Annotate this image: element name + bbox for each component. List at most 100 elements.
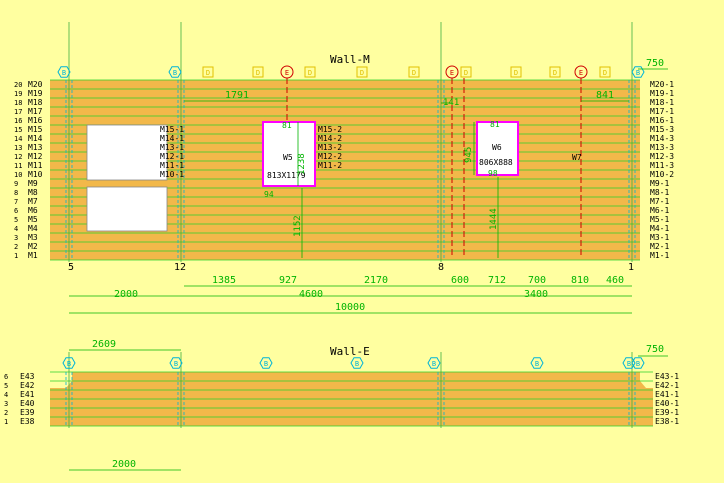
course-label-left: M17 — [28, 107, 43, 116]
row-number: 3 — [4, 400, 8, 408]
w5-tag: M12-2 — [318, 152, 342, 161]
row-number: 18 — [14, 99, 22, 107]
course-label-right: M20-1 — [650, 80, 674, 89]
row-number: 15 — [14, 126, 22, 134]
w6-top-dim: 81 — [490, 120, 500, 129]
axis-marker-label: B — [636, 360, 640, 368]
row-number: 9 — [14, 180, 18, 188]
cad-drawing-canvas[interactable]: Wall-M B B BD D D D D D D D DE E E 1791 … — [0, 0, 724, 483]
w6-sill-dim: 1444 — [489, 208, 499, 230]
wall-e-bottom-dim: 2000 — [112, 459, 136, 470]
course-label-left: M20 — [28, 80, 43, 89]
course-label-left: E42 — [20, 381, 35, 390]
course-label-right: M11-3 — [650, 161, 674, 170]
row-number: 5 — [14, 216, 18, 224]
dim-marker-label: D — [603, 69, 607, 77]
course-label-left: M3 — [28, 233, 38, 242]
wall-m-width-750: 750 — [646, 58, 664, 69]
axis-number-label: 1 — [628, 262, 634, 273]
opening-upper-left[interactable] — [86, 124, 168, 181]
course-label-right: M1-1 — [650, 251, 669, 260]
row-number: 2 — [14, 243, 18, 251]
course-label-right: M14-3 — [650, 134, 674, 143]
w5-sill-dim: 1152 — [293, 215, 303, 237]
dim-marker-label: D — [464, 69, 468, 77]
dim-1791: 1791 — [225, 90, 249, 101]
w5-tag: M11-2 — [318, 161, 342, 170]
course-label-left: M11 — [28, 161, 43, 170]
course-label-left: M2 — [28, 242, 38, 251]
opening-tag: M12-1 — [160, 152, 184, 161]
axis-marker-label: B — [627, 360, 631, 368]
row-number: 10 — [14, 171, 22, 179]
course-label-right: M4-1 — [650, 224, 669, 233]
course-label-right: M19-1 — [650, 89, 674, 98]
course-label-left: E39 — [20, 408, 35, 417]
course-label-left: M13 — [28, 143, 43, 152]
wall-m-title: Wall-M — [330, 53, 370, 66]
opening-lower-left[interactable] — [86, 186, 168, 232]
wall-e-title: Wall-E — [330, 345, 370, 358]
axis-number-label: 5 — [68, 262, 74, 273]
axis-number-label: 12 — [174, 262, 186, 273]
axis-marker-label: B — [174, 360, 178, 368]
course-label-left: M4 — [28, 224, 38, 233]
wall-e-width-750: 750 — [646, 344, 664, 355]
dim-marker-label: D — [308, 69, 312, 77]
row-number: 5 — [4, 382, 8, 390]
span-dim: 4600 — [299, 289, 323, 300]
w7-name: W7 — [572, 153, 582, 162]
w5-tags: M15-2M14-2M13-2M12-2M11-2 — [318, 125, 342, 170]
course-label-right: M17-1 — [650, 107, 674, 116]
w6-name: W6 — [492, 143, 502, 152]
course-label-left: M15 — [28, 125, 43, 134]
course-label-right: M10-2 — [650, 170, 674, 179]
axis-marker-label: B — [636, 69, 640, 77]
row-number: 13 — [14, 144, 22, 152]
course-label-left: M12 — [28, 152, 43, 161]
course-label-left: E43 — [20, 372, 35, 381]
course-label-left: M8 — [28, 188, 38, 197]
section-marker-label: E — [579, 69, 583, 77]
row-number: 11 — [14, 162, 22, 170]
course-label-left: M9 — [28, 179, 38, 188]
w5-tag: M13-2 — [318, 143, 342, 152]
course-label-right: M2-1 — [650, 242, 669, 251]
segment-dim: 600 — [451, 275, 469, 286]
row-number: 1 — [14, 252, 18, 260]
opening-tag: M15-1 — [160, 125, 184, 134]
segment-dim: 700 — [528, 275, 546, 286]
row-number: 16 — [14, 117, 22, 125]
course-label-left: E41 — [20, 390, 35, 399]
course-label-right: E40-1 — [655, 399, 679, 408]
w5-top-dim: 81 — [282, 121, 292, 130]
row-number: 19 — [14, 90, 22, 98]
course-label-right: M9-1 — [650, 179, 669, 188]
row-number: 1 — [4, 418, 8, 426]
row-number: 7 — [14, 198, 18, 206]
opening-tag: M10-1 — [160, 170, 184, 179]
course-label-left: M5 — [28, 215, 38, 224]
span-dim: 2000 — [114, 289, 138, 300]
course-label-right: E43-1 — [655, 372, 679, 381]
row-number: 6 — [4, 373, 8, 381]
row-number: 2 — [4, 409, 8, 417]
w6-size: 806X888 — [479, 158, 513, 167]
dim-141: 141 — [443, 98, 459, 108]
dim-marker-label: D — [412, 69, 416, 77]
section-marker-label: E — [450, 69, 454, 77]
axis-marker-label: B — [535, 360, 539, 368]
course-label-left: E40 — [20, 399, 35, 408]
course-label-right: M16-1 — [650, 116, 674, 125]
opening-tag: M14-1 — [160, 134, 184, 143]
course-label-left: M1 — [28, 251, 38, 260]
row-number: 6 — [14, 207, 18, 215]
row-number: 12 — [14, 153, 22, 161]
segment-dim: 1385 — [212, 275, 236, 286]
row-number: 4 — [14, 225, 18, 233]
w6-side-dim: 98 — [488, 169, 498, 178]
left-opening-tags: M15-1M14-1M13-1M12-1M11-1M10-1 — [160, 125, 184, 179]
section-marker-label: E — [285, 69, 289, 77]
segment-dim: 927 — [279, 275, 297, 286]
axis-marker-label: B — [432, 360, 436, 368]
